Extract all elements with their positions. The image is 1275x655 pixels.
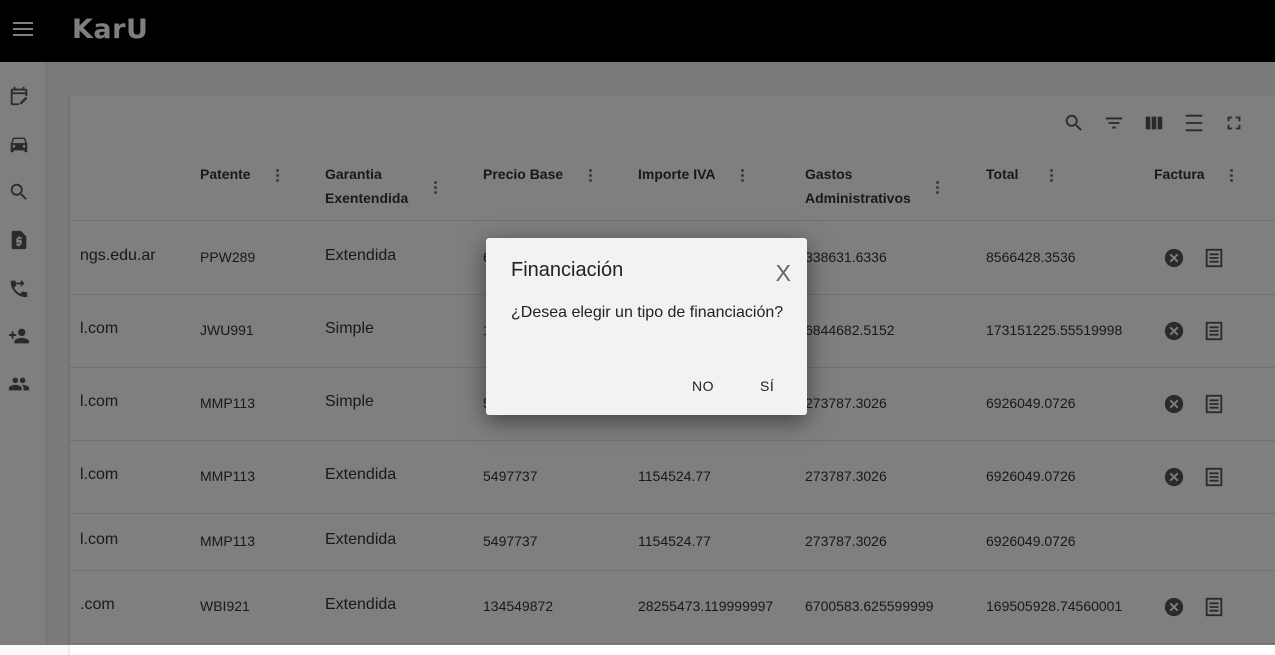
dialog-title: Financiación [511, 259, 624, 281]
close-icon[interactable]: X [776, 260, 791, 287]
financing-dialog: Financiación X ¿Desea elegir un tipo de … [486, 238, 807, 415]
yes-button[interactable]: SÍ [760, 378, 774, 394]
dialog-message: ¿Desea elegir un tipo de financiación? [511, 304, 784, 321]
no-button[interactable]: NO [692, 378, 714, 394]
